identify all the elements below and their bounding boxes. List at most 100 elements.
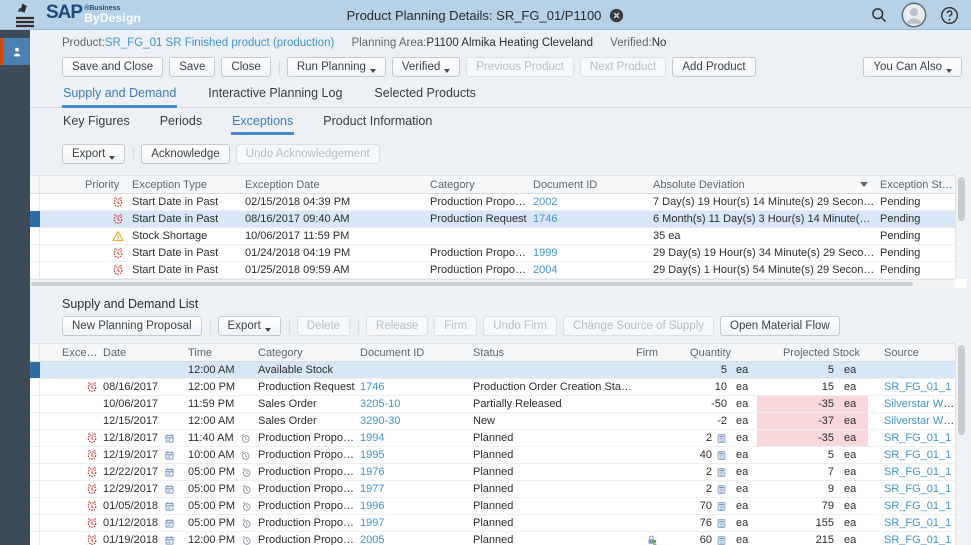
supply-row[interactable]: 12/22/2017 05:00 PM Production Proposal … [30, 464, 967, 481]
supply-row[interactable]: 12/15/2017 12:00 AM Sales Order 3290-30 … [30, 413, 967, 430]
product-link[interactable]: SR_FG_01 SR Finished product (production… [105, 37, 334, 49]
tab-interactive-planning-log[interactable]: Interactive Planning Log [207, 82, 343, 105]
sort-descending-icon[interactable] [860, 182, 868, 187]
release-button[interactable]: Release [366, 316, 428, 336]
row-selector[interactable] [30, 481, 40, 497]
document-id-link[interactable]: 3290-30 [360, 415, 400, 427]
run-planning-button[interactable]: Run Planning [287, 57, 386, 77]
supply-row[interactable]: 10/06/2017 11:59 PM Sales Order 3205-10 … [30, 396, 967, 413]
row-selector[interactable] [30, 262, 40, 278]
document-id-link[interactable]: 3205-10 [360, 398, 400, 410]
supply-row[interactable]: 01/19/2018 12:00 PM Production Proposal … [30, 532, 967, 545]
exception-row[interactable]: Start Date in Past 02/15/2018 04:39 PM P… [30, 194, 967, 211]
document-id-link[interactable]: 1976 [360, 466, 384, 478]
tab-selected-products[interactable]: Selected Products [373, 82, 476, 105]
quantity-editor-icon[interactable] [716, 501, 727, 512]
supply-row-selected[interactable]: 12:00 AM Available Stock 5ea 5ea [30, 362, 967, 379]
document-id-link[interactable]: 1994 [360, 432, 384, 444]
quantity-editor-icon[interactable] [716, 484, 727, 495]
previous-product-button[interactable]: Previous Product [466, 57, 574, 77]
supply-row[interactable]: 08/16/2017 12:00 PM Production Request 1… [30, 379, 967, 396]
source-link[interactable]: SR_FG_01_1 [884, 517, 951, 529]
source-link[interactable]: SR_FG_01_1 [884, 449, 951, 461]
search-icon[interactable] [870, 6, 888, 24]
user-avatar[interactable] [901, 2, 927, 28]
clock-picker-icon[interactable] [241, 518, 252, 529]
row-selector[interactable] [30, 447, 40, 463]
col-source[interactable]: Source [868, 344, 955, 361]
col-exception-date[interactable]: Exception Date [240, 176, 425, 193]
supply-row[interactable]: 12/18/2017 11:40 AM Production Proposal … [30, 430, 967, 447]
quantity-editor-icon[interactable] [716, 467, 727, 478]
row-selector[interactable] [30, 413, 40, 429]
supply-row[interactable]: 01/12/2018 05:00 PM Production Proposal … [30, 515, 967, 532]
source-link[interactable]: SR_FG_01_1 [884, 381, 951, 393]
tab-exceptions[interactable]: Exceptions [231, 112, 294, 135]
document-id-link[interactable]: 2002 [533, 196, 557, 208]
col-date[interactable]: Date [100, 344, 183, 361]
open-material-flow-button[interactable]: Open Material Flow [720, 316, 840, 336]
tab-product-information[interactable]: Product Information [322, 112, 433, 135]
exception-row[interactable]: Start Date in Past 01/25/2018 09:59 AM P… [30, 262, 967, 279]
document-id-link[interactable]: 1977 [360, 483, 384, 495]
quantity-editor-icon[interactable] [716, 450, 727, 461]
close-page-icon[interactable] [609, 8, 624, 23]
exception-row[interactable]: Start Date in Past 01/24/2018 04:19 PM P… [30, 245, 967, 262]
document-id-link[interactable]: 1746 [360, 381, 384, 393]
calendar-picker-icon[interactable] [164, 518, 175, 529]
delete-button[interactable]: Delete [297, 316, 350, 336]
source-link[interactable]: SR_FG_01_1 [884, 500, 951, 512]
col-category[interactable]: Category [425, 176, 528, 193]
close-button[interactable]: Close [221, 57, 270, 77]
acknowledge-button[interactable]: Acknowledge [141, 144, 229, 164]
supply-row[interactable]: 12/19/2017 10:00 AM Production Proposal … [30, 447, 967, 464]
clock-picker-icon[interactable] [241, 484, 252, 495]
clock-picker-icon[interactable] [241, 501, 252, 512]
calendar-picker-icon[interactable] [164, 433, 175, 444]
col-time[interactable]: Time [183, 344, 252, 361]
calendar-picker-icon[interactable] [164, 450, 175, 461]
change-source-of-supply-button[interactable]: Change Source of Supply [563, 316, 714, 336]
row-selector[interactable] [30, 532, 40, 545]
calendar-picker-icon[interactable] [164, 535, 175, 545]
col-absolute-deviation[interactable]: Absolute Deviation [648, 176, 875, 193]
save-and-close-button[interactable]: Save and Close [62, 57, 163, 77]
tab-supply-and-demand[interactable]: Supply and Demand [62, 82, 177, 108]
add-product-button[interactable]: Add Product [672, 57, 755, 77]
help-icon[interactable] [940, 6, 959, 25]
calendar-picker-icon[interactable] [164, 484, 175, 495]
row-selector[interactable] [30, 211, 40, 227]
document-id-link[interactable]: 1995 [360, 449, 384, 461]
clock-picker-icon[interactable] [241, 535, 252, 545]
calendar-picker-icon[interactable] [164, 467, 175, 478]
source-link[interactable]: Silverstar Whol... [884, 398, 955, 410]
firm-button[interactable]: Firm [434, 316, 477, 336]
row-selector[interactable] [30, 379, 40, 395]
quantity-editor-icon[interactable] [716, 518, 727, 529]
quantity-editor-icon[interactable] [716, 433, 727, 444]
source-link[interactable]: SR_FG_01_1 [884, 534, 951, 545]
vertical-scrollbar[interactable] [955, 175, 967, 279]
row-selector[interactable] [30, 245, 40, 261]
document-id-link[interactable]: 1997 [360, 517, 384, 529]
verified-button[interactable]: Verified [392, 57, 460, 77]
col-exception[interactable]: Except... [40, 344, 100, 361]
exception-row-selected[interactable]: Start Date in Past 08/16/2017 09:40 AM P… [30, 211, 967, 228]
document-id-link[interactable]: 1996 [360, 500, 384, 512]
col-status[interactable]: Status [467, 344, 635, 361]
row-selector[interactable] [30, 464, 40, 480]
document-id-link[interactable]: 1746 [533, 213, 557, 225]
export-button[interactable]: Export [218, 316, 281, 336]
supply-row[interactable]: 01/05/2018 05:00 PM Production Proposal … [30, 498, 967, 515]
you-can-also-button[interactable]: You Can Also [863, 57, 962, 77]
tab-key-figures[interactable]: Key Figures [62, 112, 131, 135]
row-selector[interactable] [30, 228, 40, 244]
source-link[interactable]: SR_FG_01_1 [884, 466, 951, 478]
row-selector[interactable] [30, 498, 40, 514]
row-selector[interactable] [30, 362, 40, 378]
row-selector[interactable] [30, 430, 40, 446]
export-button[interactable]: Export [62, 144, 125, 164]
col-exception-status[interactable]: Exception Status [875, 176, 955, 193]
new-planning-proposal-button[interactable]: New Planning Proposal [62, 316, 202, 336]
supply-row[interactable]: 12/29/2017 05:00 PM Production Proposal … [30, 481, 967, 498]
